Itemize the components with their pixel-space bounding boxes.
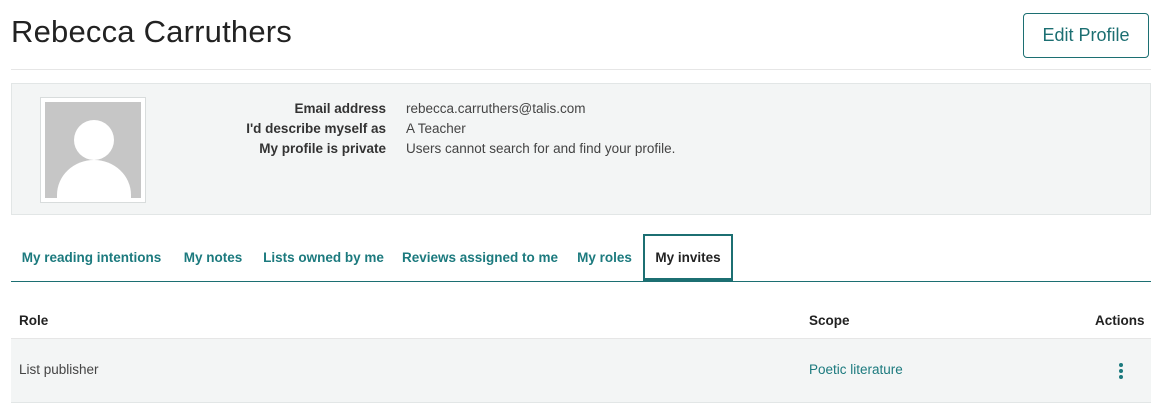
tab-roles[interactable]: My roles bbox=[573, 234, 636, 281]
scope-link[interactable]: Poetic literature bbox=[809, 362, 903, 377]
kebab-menu-icon[interactable] bbox=[1115, 359, 1127, 383]
edit-profile-button[interactable]: Edit Profile bbox=[1023, 13, 1149, 58]
detail-value-description: A Teacher bbox=[406, 120, 466, 136]
column-header-actions: Actions bbox=[1095, 313, 1145, 328]
detail-label: My profile is private bbox=[259, 140, 386, 156]
detail-row-description: I'd describe myself as A Teacher bbox=[202, 118, 675, 138]
table-row: List publisher Poetic literature bbox=[11, 339, 1151, 403]
invites-table-header: Role Scope Actions bbox=[11, 303, 1151, 339]
tab-invites[interactable]: My invites bbox=[643, 234, 733, 281]
profile-summary-panel: Email address rebecca.carruthers@talis.c… bbox=[11, 83, 1151, 215]
tab-reading-intentions[interactable]: My reading intentions bbox=[11, 234, 172, 281]
page-title: Rebecca Carruthers bbox=[11, 14, 292, 49]
tab-notes[interactable]: My notes bbox=[180, 234, 246, 281]
column-header-scope: Scope bbox=[809, 313, 850, 328]
detail-label: I'd describe myself as bbox=[246, 120, 386, 136]
profile-tabs: My reading intentions My notes Lists own… bbox=[11, 234, 1151, 282]
detail-value-email: rebecca.carruthers@talis.com bbox=[406, 100, 586, 116]
profile-details: Email address rebecca.carruthers@talis.c… bbox=[202, 98, 675, 158]
column-header-role: Role bbox=[19, 313, 49, 328]
cell-role: List publisher bbox=[19, 362, 99, 377]
detail-row-privacy: My profile is private Users cannot searc… bbox=[202, 138, 675, 158]
avatar bbox=[40, 97, 146, 203]
tab-lists-owned[interactable]: Lists owned by me bbox=[261, 234, 386, 281]
detail-label: Email address bbox=[294, 100, 386, 116]
detail-value-privacy: Users cannot search for and find your pr… bbox=[406, 140, 676, 156]
default-user-icon bbox=[45, 102, 141, 198]
tab-reviews-assigned[interactable]: Reviews assigned to me bbox=[400, 234, 560, 281]
header-divider bbox=[11, 69, 1151, 70]
detail-row-email: Email address rebecca.carruthers@talis.c… bbox=[202, 98, 675, 118]
